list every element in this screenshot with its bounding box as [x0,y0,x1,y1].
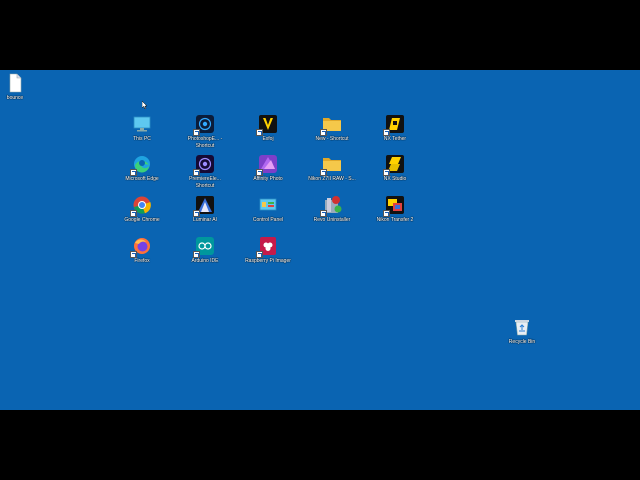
desktop-icon-luminar[interactable]: Luminar AI [180,195,230,224]
desktop-icon-control-panel[interactable]: Control Panel [243,195,293,224]
icon-label: Nikon Z7II RAW - S... [308,176,356,182]
desktop-icon-nx-studio[interactable]: NX Studio [370,154,420,183]
desktop-icon-expo[interactable]: Exfoj [243,114,293,143]
desktop-icon-chrome[interactable]: Google Chrome [117,195,167,224]
shortcut-arrow-icon [130,210,137,217]
shortcut-arrow-icon [130,169,137,176]
mouse-cursor-icon [142,101,148,109]
desktop-icon-nx-tether[interactable]: NX Tether [370,114,420,143]
recycle-bin-icon [512,317,532,337]
shortcut-arrow-icon [193,210,200,217]
desktop-icon-nikon-transfer[interactable]: Nikon Transfer 2 [370,195,420,224]
shortcut-arrow-icon [256,169,263,176]
shortcut-arrow-icon [383,210,390,217]
icon-label: Nikon Transfer 2 [376,217,414,223]
monitor-icon [132,114,152,134]
icon-label: Microsoft Edge [125,176,159,182]
icon-label: Firefox [134,258,150,264]
shortcut-arrow-icon [193,251,200,258]
screen: bounce This PC Microsoft Edge Google Chr… [0,0,640,480]
shortcut-arrow-icon [320,169,327,176]
shortcut-arrow-icon [383,169,390,176]
icon-label: Arduino IDE [191,258,219,264]
shortcut-arrow-icon [256,251,263,258]
desktop[interactable]: bounce This PC Microsoft Edge Google Chr… [0,70,640,410]
shortcut-arrow-icon [320,129,327,136]
arduino-icon [193,236,215,258]
icon-label: NX Tether [383,136,407,142]
icon-label: Recycle Bin [508,339,536,345]
icon-label: Google Chrome [124,217,160,223]
desktop-icon-new-shortcut[interactable]: New - Shortcut [307,114,357,143]
expo-icon [256,114,278,136]
document-icon [5,73,25,93]
revo-uninstaller-icon [320,195,342,217]
desktop-icon-affinity[interactable]: Affinity Photo [243,154,293,183]
raspberry-pi-icon [256,236,278,258]
desktop-icon-edge[interactable]: Microsoft Edge [117,154,167,183]
nx-tether-icon [383,114,405,136]
photoshop-elements-icon [193,114,215,136]
shortcut-arrow-icon [130,251,137,258]
desktop-icon-revo[interactable]: Revo Uninstaller [307,195,357,224]
icon-label: Luminar AI [193,217,217,223]
icon-label: New - Shortcut [315,136,349,142]
firefox-icon [130,236,152,258]
desktop-icon-rpi-imager[interactable]: Raspberry Pi Imager [243,236,293,265]
icon-label: PremiereEle... Shortcut [189,176,221,189]
desktop-icon-recycle-bin[interactable]: Recycle Bin [497,317,547,346]
affinity-photo-icon [256,154,278,176]
desktop-icon-arduino[interactable]: Arduino IDE [180,236,230,265]
shortcut-arrow-icon [256,129,263,136]
icon-label: This PC [133,136,151,142]
folder-icon [320,154,342,176]
nikon-transfer-icon [383,195,405,217]
icon-label: NX Studio [383,176,407,182]
icon-label: bounce [6,95,24,101]
chrome-icon [130,195,152,217]
folder-icon [320,114,342,136]
luminar-icon [193,195,215,217]
premiere-elements-icon [193,154,215,176]
icon-label: Raspberry Pi Imager [245,258,291,264]
shortcut-arrow-icon [383,129,390,136]
shortcut-arrow-icon [320,210,327,217]
shortcut-arrow-icon [193,169,200,176]
desktop-icon-firefox[interactable]: Firefox [117,236,167,265]
desktop-icon-bounce[interactable]: bounce [0,73,40,102]
icon-label: Control Panel [252,217,284,223]
desktop-icon-photoshop[interactable]: PhotoshopE... - Shortcut [180,114,230,149]
icon-label: Exfoj [262,136,274,142]
control-panel-icon [258,195,278,215]
desktop-icon-this-pc[interactable]: This PC [117,114,167,143]
edge-icon [130,154,152,176]
icon-label: Affinity Photo [253,176,283,182]
desktop-icon-nikon-raw[interactable]: Nikon Z7II RAW - S... [307,154,357,183]
nx-studio-icon [383,154,405,176]
desktop-icon-premiere[interactable]: PremiereEle... Shortcut [180,154,230,189]
icon-label: PhotoshopE... - Shortcut [187,136,223,149]
icon-label: Revo Uninstaller [313,217,351,223]
shortcut-arrow-icon [193,129,200,136]
